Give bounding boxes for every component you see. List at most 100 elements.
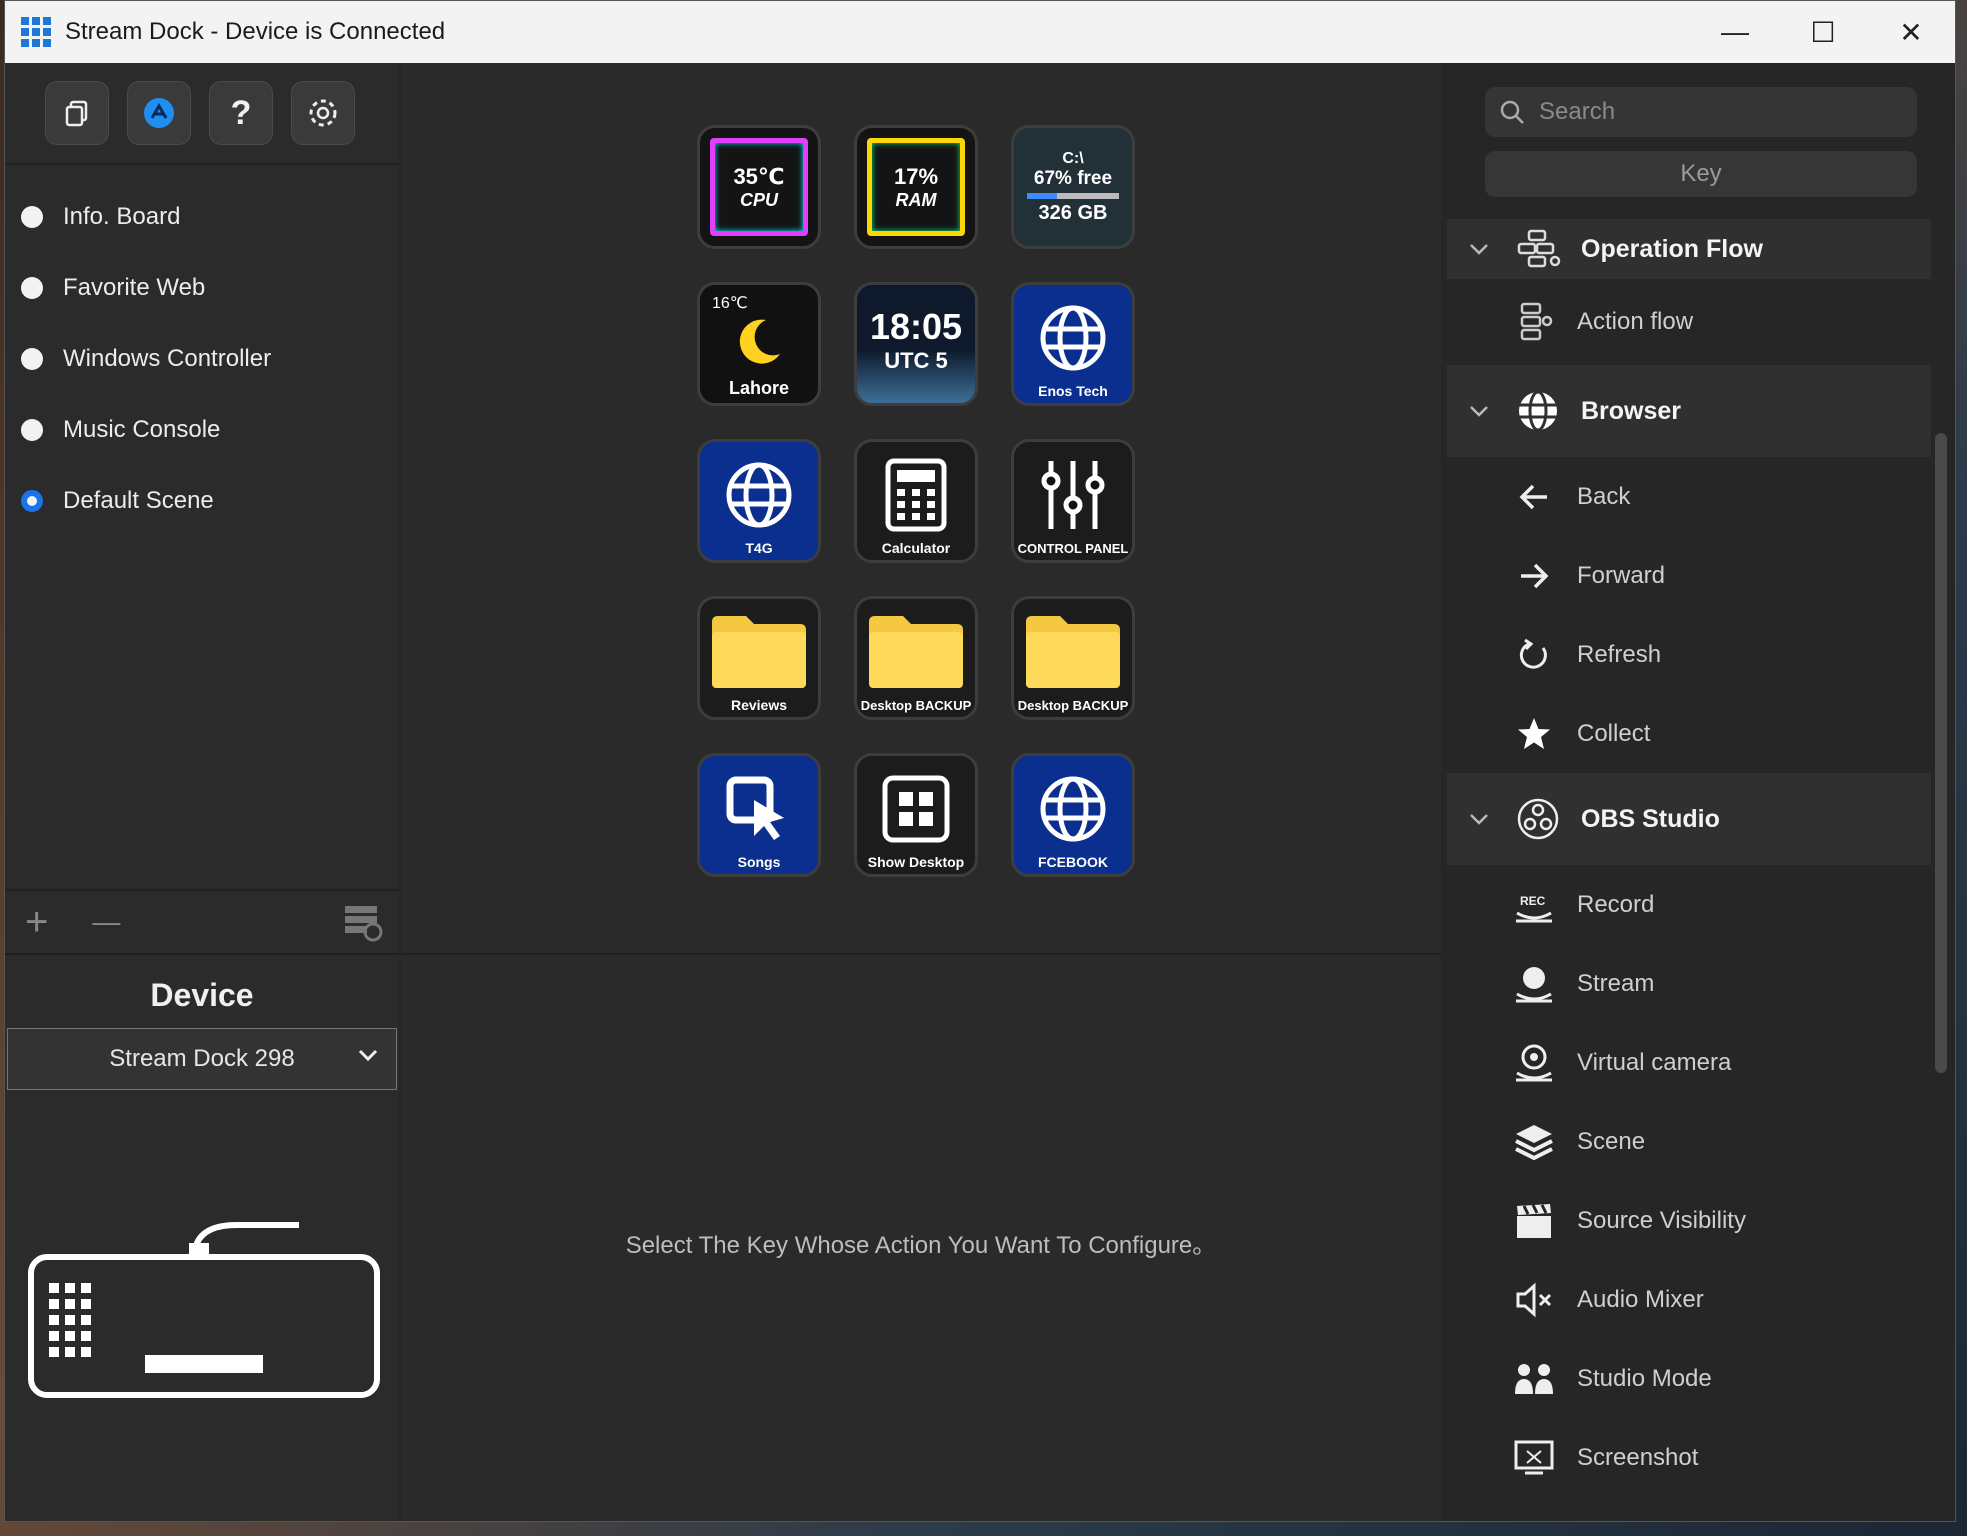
radio-unchecked[interactable] [21, 205, 43, 228]
action-label: Screenshot [1577, 1443, 1699, 1471]
webcam-icon [1516, 1044, 1552, 1081]
action-label: Scene [1577, 1127, 1646, 1155]
radio-checked[interactable] [21, 489, 43, 512]
action-studio-mode[interactable]: Studio Mode [1447, 1339, 1931, 1418]
action-label: Refresh [1577, 640, 1662, 668]
layers-icon [1515, 1124, 1553, 1160]
action-virtual-camera[interactable]: Virtual camera [1447, 1023, 1931, 1102]
store-icon [144, 98, 174, 128]
radio-unchecked[interactable] [21, 418, 43, 441]
settings-button[interactable] [291, 81, 355, 145]
scene-label: Music Console [63, 415, 221, 443]
globe-icon [1040, 776, 1106, 842]
group-obs-studio[interactable]: OBS Studio [1447, 773, 1931, 865]
key-clock[interactable]: 18:05 UTC 5 [854, 282, 978, 406]
globe-icon [1040, 305, 1106, 371]
group-operation-flow[interactable]: Operation Flow [1447, 219, 1931, 279]
action-audio-mixer[interactable]: Audio Mixer [1447, 1260, 1931, 1339]
chevron-down-icon [1470, 406, 1488, 417]
key-control-panel[interactable]: CONTROL PANEL [1011, 439, 1135, 563]
show-desktop-label: Show Desktop [867, 854, 965, 870]
key-facebook[interactable]: FCEBOOK [1011, 753, 1135, 877]
maximize-button[interactable]: ☐ [1779, 1, 1867, 63]
action-panel: Key Operation Flow Action flow Browser B… [1443, 63, 1955, 1521]
app-grid-icon [21, 17, 51, 47]
disk-usage-bar [1027, 192, 1119, 199]
scene-settings-icon[interactable] [341, 900, 385, 944]
scene-item-music-console[interactable]: Music Console [5, 394, 399, 465]
key-calculator[interactable]: Calculator [854, 439, 978, 563]
scene-label: Windows Controller [63, 344, 272, 372]
minimize-button[interactable]: — [1691, 1, 1779, 63]
search-icon [1500, 100, 1524, 124]
action-source-visibility[interactable]: Source Visibility [1447, 1181, 1931, 1260]
action-screenshot[interactable]: Screenshot [1447, 1418, 1931, 1497]
action-label: Action flow [1577, 308, 1694, 335]
radio-unchecked[interactable] [21, 347, 43, 370]
search-input[interactable] [1537, 97, 1901, 127]
help-button[interactable]: ? [209, 81, 273, 145]
action-label: Audio Mixer [1577, 1285, 1704, 1313]
key-desktop-backup-1[interactable]: Desktop BACKUP [854, 596, 978, 720]
t4g-label: T4G [745, 540, 773, 556]
clapperboard-icon [1517, 1203, 1551, 1238]
key-reviews[interactable]: Reviews [697, 596, 821, 720]
radio-unchecked[interactable] [21, 276, 43, 299]
sliders-icon [1041, 461, 1105, 529]
record-icon: REC [1516, 894, 1552, 922]
device-select-value: Stream Dock 298 [109, 1045, 295, 1072]
key-show-desktop[interactable]: Show Desktop [854, 753, 978, 877]
copy-button[interactable] [45, 81, 109, 145]
backup2-label: Desktop BACKUP [1017, 698, 1129, 713]
action-stream[interactable]: Stream [1447, 944, 1931, 1023]
disk-drive: C:\ [1062, 149, 1084, 167]
action-label: Forward [1577, 561, 1666, 589]
arrow-right-icon [1521, 563, 1549, 588]
weather-label: Lahore [728, 378, 789, 398]
left-panel: ? Info. Board Favorite Web Windows Contr… [5, 63, 399, 1521]
clock-zone: UTC 5 [884, 348, 948, 373]
key-enos-tech[interactable]: Enos Tech [1011, 282, 1135, 406]
keyboard-device-icon [28, 1222, 380, 1398]
key-grid: 35℃ CPU 17% RAM C:\ 67% free 326 GB 16℃ … [697, 125, 1135, 877]
action-action-flow[interactable]: Action flow [1447, 279, 1931, 365]
store-button[interactable] [127, 81, 191, 145]
key-desktop-backup-2[interactable]: Desktop BACKUP [1011, 596, 1135, 720]
scrollbar[interactable] [1935, 433, 1947, 1073]
group-browser[interactable]: Browser [1447, 365, 1931, 457]
key-t4g[interactable]: T4G [697, 439, 821, 563]
folder-icon [712, 616, 806, 688]
copy-icon [65, 100, 88, 127]
chevron-down-icon [1470, 814, 1488, 825]
key-weather[interactable]: 16℃ Lahore [697, 282, 821, 406]
key-songs[interactable]: Songs [697, 753, 821, 877]
scene-item-default-scene[interactable]: Default Scene [5, 465, 399, 536]
disk-size: 326 GB [1038, 201, 1108, 224]
action-scene[interactable]: Scene [1447, 1102, 1931, 1181]
clock-time: 18:05 [869, 306, 963, 347]
key-disk[interactable]: C:\ 67% free 326 GB [1011, 125, 1135, 249]
action-label: Stream [1577, 969, 1655, 997]
device-select[interactable]: Stream Dock 298 [7, 1028, 397, 1090]
scene-item-favorite-web[interactable]: Favorite Web [5, 252, 399, 323]
tab-key[interactable]: Key [1485, 151, 1917, 197]
action-label: Studio Mode [1577, 1364, 1712, 1392]
action-collect[interactable]: Collect [1447, 694, 1931, 773]
show-desktop-icon [882, 775, 950, 843]
remove-scene-button[interactable]: — [92, 906, 120, 938]
search-box[interactable] [1485, 87, 1917, 137]
key-cpu[interactable]: 35℃ CPU [697, 125, 821, 249]
close-button[interactable]: ✕ [1867, 1, 1955, 63]
action-record[interactable]: REC Record [1447, 865, 1931, 944]
action-forward[interactable]: Forward [1447, 536, 1931, 615]
scene-item-info-board[interactable]: Info. Board [5, 181, 399, 252]
facebook-label: FCEBOOK [1038, 854, 1108, 870]
key-ram[interactable]: 17% RAM [854, 125, 978, 249]
toolbar: ? [5, 63, 399, 165]
action-label: Collect [1577, 719, 1651, 747]
add-scene-button[interactable]: + [25, 900, 48, 945]
action-back[interactable]: Back [1447, 457, 1931, 536]
action-refresh[interactable]: Refresh [1447, 615, 1931, 694]
scene-item-windows-controller[interactable]: Windows Controller [5, 323, 399, 394]
key-grid-panel: 35℃ CPU 17% RAM C:\ 67% free 326 GB 16℃ … [401, 63, 1441, 955]
